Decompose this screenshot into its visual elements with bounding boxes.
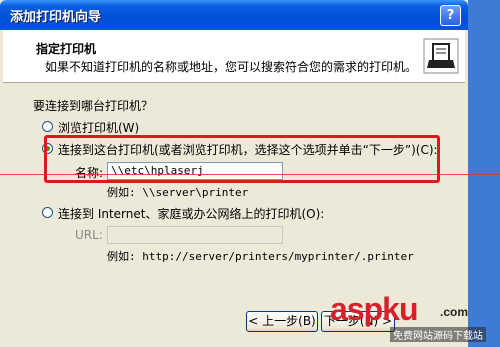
- internet-printer-radio[interactable]: [42, 207, 53, 218]
- browse-printer-radio[interactable]: [42, 121, 53, 132]
- url-example: 例如: http://server/printers/myprinter/.pr…: [107, 250, 414, 263]
- question-label: 要连接到哪台打印机？: [33, 99, 154, 113]
- printer-icon: [423, 38, 459, 74]
- wizard-header: 指定打印机 如果不知道打印机的名称或地址，您可以搜索符合您的需求的打印机。: [3, 30, 465, 83]
- header-title: 指定打印机: [36, 42, 97, 56]
- watermark-tld: .com: [440, 305, 469, 319]
- watermark-subtitle: 免费网站源码下载站: [390, 327, 486, 342]
- url-label: URL:: [75, 228, 103, 242]
- internet-printer-label[interactable]: 连接到 Internet、家庭或办公网络上的打印机(O):: [58, 205, 324, 222]
- browse-printer-label[interactable]: 浏览打印机(W): [58, 119, 139, 136]
- printer-url-input[interactable]: [107, 226, 283, 244]
- help-button[interactable]: ?: [440, 5, 461, 26]
- watermark-logo: aspku: [330, 291, 418, 327]
- name-example: 例如: \\server\printer: [107, 186, 249, 199]
- site-watermark: aspku .com 免费网站源码下载站: [322, 291, 500, 347]
- header-subtitle: 如果不知道打印机的名称或地址，您可以搜索符合您的需求的打印机。: [45, 60, 418, 74]
- red-guide-line: [0, 174, 500, 175]
- title-bar[interactable]: 添加打印机向导 ?: [0, 0, 468, 30]
- back-button[interactable]: < 上一步(B): [246, 311, 318, 332]
- red-highlight-box: [44, 135, 440, 183]
- window-title: 添加打印机向导: [10, 10, 102, 25]
